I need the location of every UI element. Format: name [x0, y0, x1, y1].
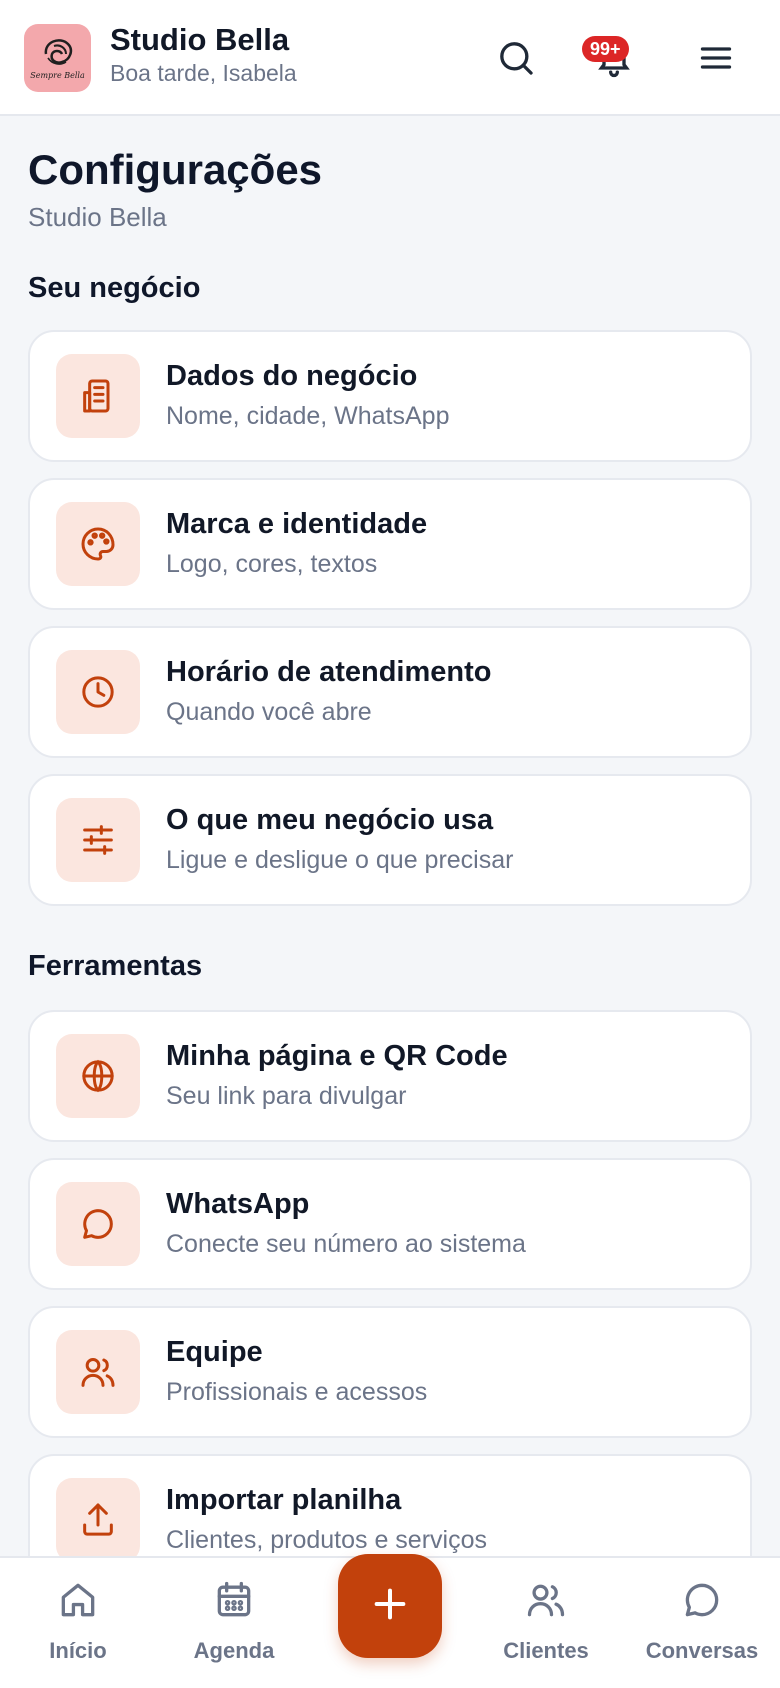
- item-subtitle: Clientes, produtos e serviços: [166, 1526, 487, 1554]
- settings-item-minha-pagina-qr-code[interactable]: Minha página e QR Code Seu link para div…: [28, 1010, 752, 1142]
- nav-item-inicio[interactable]: Início: [0, 1578, 156, 1678]
- item-subtitle: Nome, cidade, WhatsApp: [166, 402, 450, 430]
- item-title: Dados do negócio: [166, 360, 418, 392]
- nav-item-clientes[interactable]: Clientes: [468, 1578, 624, 1678]
- chat-icon: [624, 1578, 780, 1624]
- item-title: Marca e identidade: [166, 508, 428, 540]
- building-icon: [56, 354, 140, 438]
- item-title: Importar planilha: [166, 1484, 402, 1516]
- greeting-text: Boa tarde, Isabela: [110, 60, 297, 86]
- nav-label: Agenda: [193, 1638, 275, 1663]
- settings-item-o-que-meu-negocio-usa[interactable]: O que meu negócio usa Ligue e desligue o…: [28, 774, 752, 906]
- clock-icon: [56, 650, 140, 734]
- calendar-icon: [156, 1578, 312, 1624]
- item-title: O que meu negócio usa: [166, 804, 494, 836]
- page-title: Configurações: [28, 146, 323, 193]
- notification-badge: 99+: [582, 36, 629, 62]
- menu-icon[interactable]: [692, 34, 740, 82]
- settings-item-dados-do-negocio[interactable]: Dados do negócio Nome, cidade, WhatsApp: [28, 330, 752, 462]
- settings-item-horario-de-atendimento[interactable]: Horário de atendimento Quando você abre: [28, 626, 752, 758]
- globe-icon: [56, 1034, 140, 1118]
- add-button[interactable]: [338, 1554, 442, 1658]
- item-subtitle: Quando você abre: [166, 698, 372, 726]
- item-title: Horário de atendimento: [166, 656, 492, 688]
- item-title: Equipe: [166, 1336, 263, 1368]
- upload-icon: [56, 1478, 140, 1562]
- item-subtitle: Logo, cores, textos: [166, 550, 378, 578]
- item-title: Minha página e QR Code: [166, 1040, 508, 1072]
- section-title-ferramentas: Ferramentas: [28, 950, 203, 982]
- nav-label: Conversas: [645, 1638, 759, 1663]
- item-subtitle: Conecte seu número ao sistema: [166, 1230, 526, 1258]
- nav-label: Clientes: [503, 1638, 589, 1663]
- item-subtitle: Seu link para divulgar: [166, 1082, 407, 1110]
- settings-item-whatsapp[interactable]: WhatsApp Conecte seu número ao sistema: [28, 1158, 752, 1290]
- item-subtitle: Profissionais e acessos: [166, 1378, 428, 1406]
- chat-icon: [56, 1182, 140, 1266]
- svg-text:Sempre Bella: Sempre Bella: [30, 71, 85, 80]
- item-title: WhatsApp: [166, 1188, 310, 1220]
- section-title-seu-negocio: Seu negócio: [28, 272, 201, 304]
- nav-item-conversas[interactable]: Conversas: [624, 1578, 780, 1678]
- users-icon: [468, 1578, 624, 1624]
- users-icon: [56, 1330, 140, 1414]
- palette-icon: [56, 502, 140, 586]
- plus-icon: [370, 1584, 410, 1629]
- home-icon: [0, 1578, 156, 1624]
- business-logo[interactable]: Sempre Bella: [24, 24, 91, 92]
- sliders-icon: [56, 798, 140, 882]
- settings-item-equipe[interactable]: Equipe Profissionais e acessos: [28, 1306, 752, 1438]
- page-subtitle: Studio Bella: [28, 202, 167, 232]
- settings-item-marca-e-identidade[interactable]: Marca e identidade Logo, cores, textos: [28, 478, 752, 610]
- search-icon[interactable]: [492, 34, 540, 82]
- brand-name: Studio Bella: [110, 22, 290, 57]
- nav-item-agenda[interactable]: Agenda: [156, 1578, 312, 1678]
- nav-label: Início: [49, 1638, 107, 1663]
- top-bar: Sempre Bella Studio Bella Boa tarde, Isa…: [0, 0, 780, 116]
- item-subtitle: Ligue e desligue o que precisar: [166, 846, 514, 874]
